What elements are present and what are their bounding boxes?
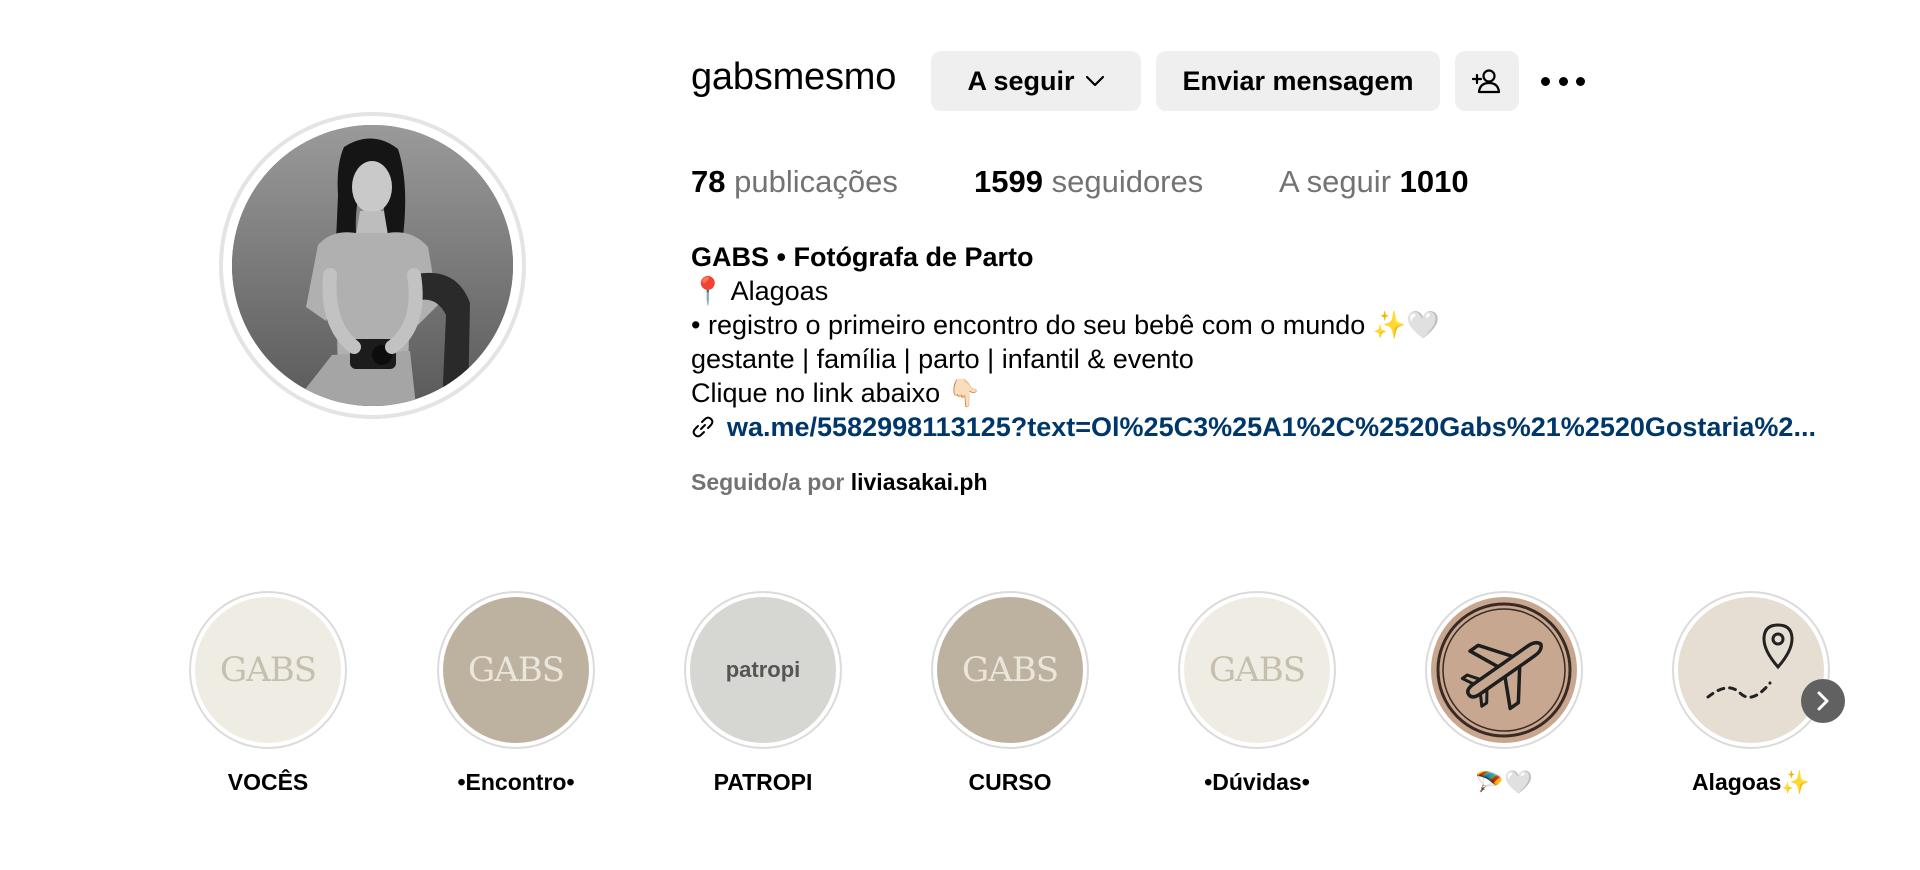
bio-link-text: wa.me/5582998113125?text=Ol%25C3%25A1%2C… xyxy=(727,412,1816,442)
bio-location: 📍 Alagoas xyxy=(691,276,829,306)
highlight-label: 🪂🤍 xyxy=(1475,769,1533,795)
highlight-cover[interactable] xyxy=(1425,591,1583,749)
highlight-item[interactable]: GABS CURSO xyxy=(930,591,1090,796)
highlight-label: •Dúvidas• xyxy=(1204,769,1310,795)
send-message-button[interactable]: Enviar mensagem xyxy=(1156,51,1440,111)
highlight-cover[interactable]: GABS xyxy=(189,591,347,749)
highlight-label: VOCÊS xyxy=(227,769,309,795)
highlight-item[interactable]: patropi PATROPI xyxy=(683,591,843,796)
highlight-cover[interactable]: GABS xyxy=(437,591,595,749)
highlight-cover-image: GABS xyxy=(195,597,341,743)
highlight-item[interactable]: GABS VOCÊS xyxy=(188,591,348,796)
more-icon[interactable] xyxy=(1541,66,1585,96)
profile-username: gabsmesmo xyxy=(691,56,897,98)
highlight-cover-image xyxy=(1678,597,1824,743)
airplane-icon xyxy=(1436,602,1572,738)
suggest-people-button[interactable] xyxy=(1455,51,1519,111)
chevron-right-icon xyxy=(1817,691,1829,711)
highlight-cover-text: GABS xyxy=(962,650,1059,690)
highlight-item[interactable]: GABS •Encontro• xyxy=(436,591,596,796)
following-count: 1010 xyxy=(1399,164,1469,199)
highlight-cover-image: GABS xyxy=(1184,597,1330,743)
highlight-cover-image: GABS xyxy=(937,597,1083,743)
avatar-photo xyxy=(232,125,513,406)
highlight-item[interactable]: 🪂🤍 xyxy=(1424,591,1584,796)
more-dot xyxy=(1541,76,1550,86)
highlight-cover[interactable]: GABS xyxy=(1178,591,1336,749)
highlight-cover-text: GABS xyxy=(220,650,317,690)
highlight-cover-text: GABS xyxy=(1209,650,1306,690)
chevron-down-icon xyxy=(1085,75,1104,87)
avatar-portrait-image xyxy=(232,125,513,406)
more-dot xyxy=(1558,76,1568,86)
bio-line: Clique no link abaixo 👇🏻 xyxy=(691,378,982,408)
link-icon xyxy=(692,416,714,438)
highlight-label: CURSO xyxy=(968,769,1052,795)
following-button-label: A seguir xyxy=(967,65,1075,96)
highlight-cover[interactable]: patropi xyxy=(684,591,842,749)
highlight-cover-image: GABS xyxy=(443,597,589,743)
followers-label: seguidores xyxy=(1051,164,1204,199)
highlight-label: •Encontro• xyxy=(457,769,575,795)
followed-by-user: liviasakai.ph xyxy=(850,469,988,495)
highlight-cover-image xyxy=(1431,597,1577,743)
bio-link[interactable]: wa.me/5582998113125?text=Ol%25C3%25A1%2C… xyxy=(691,410,1816,444)
profile-avatar[interactable] xyxy=(219,112,526,419)
followers-count: 1599 xyxy=(974,164,1043,199)
more-dot xyxy=(1576,76,1585,86)
bio-line: • registro o primeiro encontro do seu be… xyxy=(691,310,1441,340)
highlight-cover-text: GABS xyxy=(468,650,565,690)
posts-label: publicações xyxy=(734,164,898,199)
highlight-cover[interactable]: GABS xyxy=(931,591,1089,749)
following-button[interactable]: A seguir xyxy=(931,51,1141,111)
highlight-item[interactable]: GABS •Dúvidas• xyxy=(1177,591,1337,796)
profile-bio: GABS • Fotógrafa de Parto 📍 Alagoas • re… xyxy=(691,240,1816,444)
location-pin-icon xyxy=(1706,623,1794,699)
highlight-cover-image: patropi xyxy=(690,597,836,743)
followers-stat[interactable]: 1599 seguidores xyxy=(974,164,1203,200)
highlights-next-button[interactable] xyxy=(1801,679,1845,723)
following-label: A seguir xyxy=(1279,164,1392,199)
posts-stat: 78 publicações xyxy=(691,164,898,200)
highlight-cover-text: patropi xyxy=(725,657,801,682)
highlight-label: PATROPI xyxy=(713,769,813,795)
add-person-icon xyxy=(1472,69,1501,94)
following-stat[interactable]: A seguir 1010 xyxy=(1279,164,1469,200)
highlight-cover[interactable] xyxy=(1672,591,1830,749)
followed-by[interactable]: Seguido/a por liviasakai.ph xyxy=(691,469,988,496)
followed-by-prefix: Seguido/a por xyxy=(691,469,845,495)
bio-line: gestante | família | parto | infantil & … xyxy=(691,344,1194,374)
bio-name: GABS • Fotógrafa de Parto xyxy=(691,242,1034,272)
highlight-label: Alagoas✨ xyxy=(1691,769,1811,795)
posts-count: 78 xyxy=(691,164,726,199)
